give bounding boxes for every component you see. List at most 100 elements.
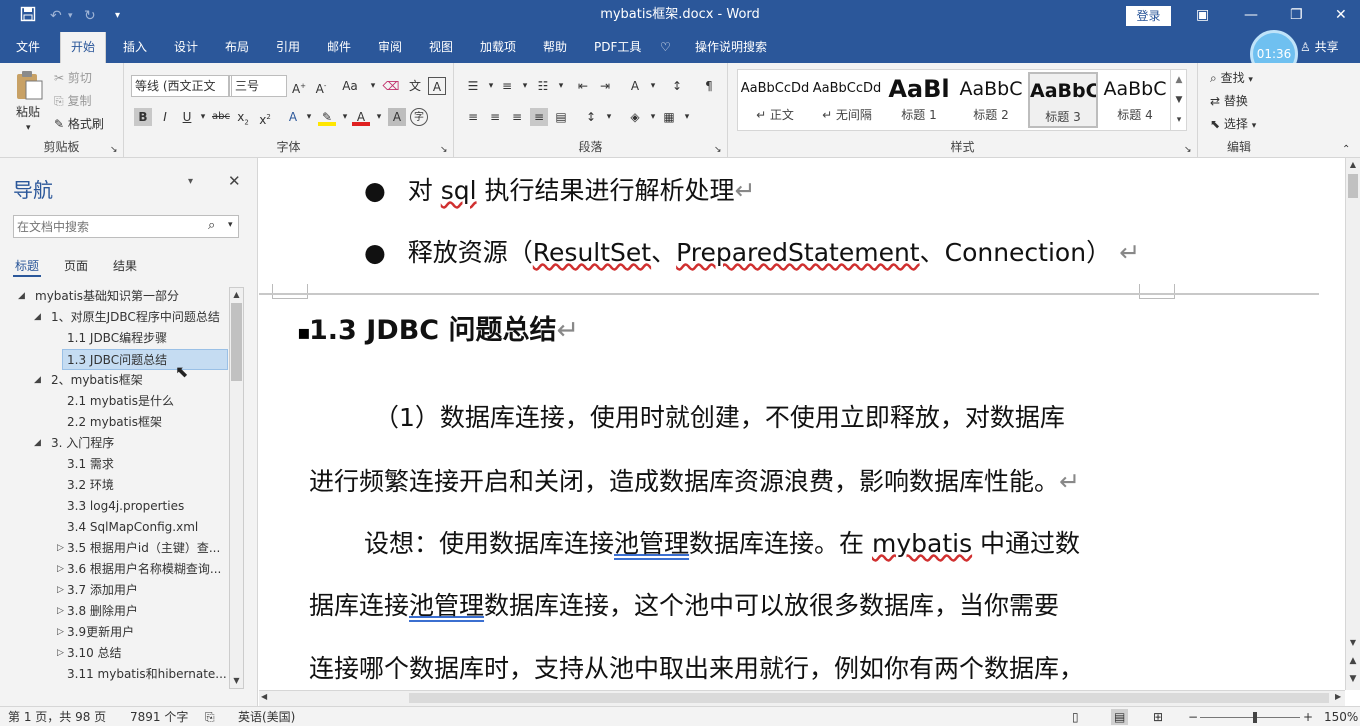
copy-button[interactable]: ⎘ 复制 <box>54 92 91 110</box>
tab-layout[interactable]: 布局 <box>215 32 259 63</box>
page-count[interactable]: 第 1 页，共 98 页 <box>8 709 106 725</box>
minimize-icon[interactable]: — <box>1244 4 1258 26</box>
nav-tree-item[interactable]: ▷ 3.10 总结 <box>0 643 232 664</box>
styles-more-icon[interactable]: ▾ <box>1171 110 1187 130</box>
clear-formatting-icon[interactable]: ⌫ <box>382 77 400 95</box>
nav-scroll-down-icon[interactable]: ▼ <box>230 674 243 688</box>
prev-page-icon[interactable]: ▲ <box>1346 654 1360 668</box>
align-right-icon[interactable]: ≡ <box>508 108 526 126</box>
nav-scrollbar[interactable]: ▲ ▼ <box>229 287 244 689</box>
nav-tab-results[interactable]: 结果 <box>113 257 137 274</box>
numbering-icon[interactable]: ≡ <box>498 77 516 95</box>
expand-arrow-icon[interactable]: ▷ <box>57 643 64 664</box>
shrink-font-icon[interactable]: A- <box>312 77 330 96</box>
doc-scroll-up-icon[interactable]: ▲ <box>1346 158 1360 172</box>
tab-insert[interactable]: 插入 <box>113 32 157 63</box>
nav-tree-item[interactable]: ◢ mybatis基础知识第一部分 <box>0 286 232 307</box>
format-painter-button[interactable]: ✎ 格式刷 <box>54 115 104 133</box>
replace-button[interactable]: ⇄ 替换 <box>1210 92 1248 110</box>
align-left-icon[interactable]: ≡ <box>464 108 482 126</box>
justify-icon[interactable]: ≡ <box>530 108 548 126</box>
font-color-dropdown-icon[interactable]: ▾ <box>370 108 388 126</box>
superscript-icon[interactable]: x2 <box>256 108 274 127</box>
zoom-slider-thumb[interactable] <box>1253 712 1257 723</box>
nav-tree-item[interactable]: ▷ 3.7 添加用户 <box>0 580 232 601</box>
nav-tree-item[interactable]: ◢ 3. 入门程序 <box>0 433 232 454</box>
line-spacing-dropdown-icon[interactable]: ▾ <box>600 108 618 126</box>
tab-view[interactable]: 视图 <box>419 32 463 63</box>
collapse-arrow-icon[interactable]: ◢ <box>34 370 41 391</box>
expand-arrow-icon[interactable]: ▷ <box>57 622 64 643</box>
nav-tree-item[interactable]: 3.2 环境 <box>0 475 232 496</box>
highlight-icon[interactable]: ✎ <box>318 108 336 126</box>
enclosed-character-icon[interactable]: 字 <box>410 108 428 126</box>
search-icon[interactable]: ⌕ <box>208 218 215 233</box>
web-layout-icon[interactable]: ⊞ <box>1153 709 1163 725</box>
styles-down-icon[interactable]: ▼ <box>1171 90 1187 110</box>
sort-icon[interactable]: ↕ <box>668 77 686 95</box>
nav-tree-item[interactable]: 2.1 mybatis是什么 <box>0 391 232 412</box>
borders-dropdown-icon[interactable]: ▾ <box>678 108 696 126</box>
hscroll-right-icon[interactable]: ▶ <box>1335 692 1341 701</box>
zoom-level[interactable]: 150% <box>1324 709 1358 725</box>
nav-tab-headings[interactable]: 标题 <box>15 257 39 274</box>
borders-icon[interactable]: ▦ <box>660 108 678 126</box>
nav-tree-item[interactable]: 1.3 JDBC问题总结 <box>62 349 228 370</box>
italic-icon[interactable]: I <box>156 108 174 126</box>
tab-design[interactable]: 设计 <box>164 32 208 63</box>
ribbon-display-options-icon[interactable]: ▣ <box>1196 4 1209 26</box>
zoom-in-icon[interactable]: + <box>1303 709 1313 725</box>
style-heading-2[interactable]: AaBbC 标题 2 <box>956 72 1026 128</box>
print-layout-icon[interactable]: ▤ <box>1111 709 1129 725</box>
grow-font-icon[interactable]: A+ <box>290 77 308 96</box>
nav-tree-item[interactable]: 3.3 log4j.properties <box>0 496 232 517</box>
numbering-dropdown-icon[interactable]: ▾ <box>516 77 534 95</box>
strikethrough-icon[interactable]: abc <box>210 108 232 126</box>
nav-tree-item[interactable]: 1.1 JDBC编程步骤 <box>0 328 232 349</box>
nav-tree-item[interactable]: ▷ 3.9更新用户 <box>0 622 232 643</box>
language-indicator[interactable]: 英语(美国) <box>238 709 295 725</box>
close-icon[interactable]: ✕ <box>1335 4 1347 26</box>
tell-me-search[interactable]: 操作说明搜索 <box>685 32 777 63</box>
tab-help[interactable]: 帮助 <box>533 32 577 63</box>
nav-tree-item[interactable]: 3.11 mybatis和hibernate... <box>0 664 232 685</box>
style-heading-4[interactable]: AaBbC 标题 4 <box>1100 72 1170 128</box>
distributed-icon[interactable]: ▤ <box>552 108 570 126</box>
tab-addins[interactable]: 加载项 <box>470 32 526 63</box>
chinese-layout-icon[interactable]: A <box>626 77 644 95</box>
clipboard-launcher-icon[interactable]: ↘ <box>110 141 118 159</box>
tab-home[interactable]: 开始 <box>60 32 107 63</box>
bold-icon[interactable]: B <box>134 108 152 126</box>
expand-arrow-icon[interactable]: ▷ <box>57 580 64 601</box>
nav-tree-item[interactable]: 2.2 mybatis框架 <box>0 412 232 433</box>
next-page-icon[interactable]: ▼ <box>1346 672 1360 686</box>
nav-tree-item[interactable]: ▷ 3.5 根据用户id（主键）查... <box>0 538 232 559</box>
shading-icon[interactable]: ◈ <box>626 108 644 126</box>
proofing-icon[interactable]: ⎘ <box>205 709 215 725</box>
styles-launcher-icon[interactable]: ↘ <box>1184 141 1192 159</box>
multilevel-dropdown-icon[interactable]: ▾ <box>552 77 570 95</box>
style-heading-1[interactable]: AaBl 标题 1 <box>884 72 954 128</box>
nav-tree-item[interactable]: ◢ 1、对原生JDBC程序中问题总结 <box>0 307 232 328</box>
word-count[interactable]: 7891 个字 <box>130 709 188 725</box>
nav-search-box[interactable]: ⌕ ▾ <box>13 215 239 238</box>
decrease-indent-icon[interactable]: ⇤ <box>574 77 592 95</box>
character-border-icon[interactable]: A <box>428 77 446 95</box>
change-case-dropdown-icon[interactable]: ▾ <box>364 77 382 95</box>
change-case-button[interactable]: Aa <box>338 77 362 95</box>
font-size-select[interactable]: 三号 <box>231 75 287 97</box>
increase-indent-icon[interactable]: ⇥ <box>596 77 614 95</box>
font-color-icon[interactable]: A <box>352 108 370 126</box>
collapse-arrow-icon[interactable]: ◢ <box>34 433 41 454</box>
document-scrollbar[interactable]: ▲ ▼ ▲ ▼ <box>1345 158 1360 690</box>
tab-review[interactable]: 审阅 <box>368 32 412 63</box>
bullets-icon[interactable]: ☰ <box>464 77 482 95</box>
expand-arrow-icon[interactable]: ▷ <box>57 538 64 559</box>
tab-file[interactable]: 文件 <box>6 32 50 63</box>
style-no-spacing[interactable]: AaBbCcDd ↵ 无间隔 <box>812 72 882 128</box>
styles-scroll[interactable]: ▲ ▼ ▾ <box>1170 70 1187 130</box>
expand-arrow-icon[interactable]: ▷ <box>57 559 64 580</box>
font-name-select[interactable]: 等线 (西文正文 <box>131 75 229 97</box>
chinese-layout-dropdown-icon[interactable]: ▾ <box>644 77 662 95</box>
multilevel-list-icon[interactable]: ☷ <box>534 77 552 95</box>
